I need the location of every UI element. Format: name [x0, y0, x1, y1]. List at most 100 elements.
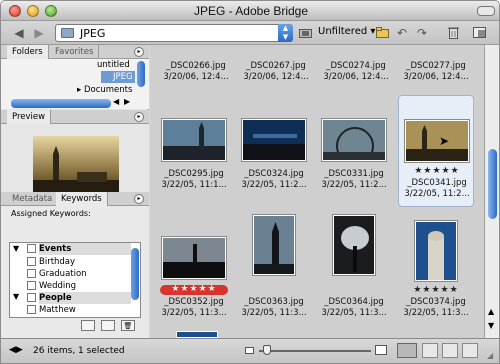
zoom-in-icon[interactable] [375, 345, 387, 355]
tab-favorites[interactable]: Favorites [50, 45, 100, 59]
tree-item-documents[interactable]: ▸ Documents [77, 85, 132, 95]
cursor-icon: ➤ [439, 134, 450, 148]
thumbnail-filename: _DSC0364.jpg [324, 297, 384, 307]
folder-path-menu[interactable]: JPEG ▲ ▼ [55, 24, 293, 42]
new-folder-icon[interactable] [375, 24, 391, 41]
trash-icon[interactable] [445, 24, 461, 41]
thumbnail-date: 3/22/05, 11:3... [321, 308, 387, 318]
thumbnail-filename: _DSC0352.jpg [164, 297, 224, 307]
thumbnail-filename: _DSC0295.jpg [164, 169, 224, 179]
scroll-up-icon[interactable]: ▲ [488, 307, 494, 316]
thumbnail-image [322, 119, 386, 161]
path-popup-arrow-icon[interactable]: ▲ ▼ [278, 24, 293, 42]
thumbnails-view-button[interactable] [397, 343, 417, 358]
versions-view-button[interactable] [462, 343, 478, 358]
disclosure-triangle-icon[interactable]: ▼ [13, 244, 19, 253]
tree-hscrollbar[interactable] [11, 99, 111, 108]
keyword-birthday[interactable]: Birthday [27, 256, 143, 268]
thumbnail-cell[interactable]: ★★★★★ _DSC0352.jpg 3/22/05, 11:3... [154, 205, 234, 329]
thumbnail-image [242, 119, 306, 161]
folder-icon [61, 28, 74, 38]
keyword-graduation[interactable]: Graduation [27, 268, 143, 280]
thumbnail-filename: _DSC0277.jpg [406, 61, 466, 71]
toolbar-toggle-button[interactable] [477, 6, 495, 16]
keyword-checkbox[interactable] [27, 281, 36, 290]
thumbnail-cell[interactable]: _DSC0363.jpg 3/22/05, 11:3... [234, 205, 314, 329]
thumbnail-cell-selected[interactable]: ➤ ★★★★★ _DSC0341.jpg 3/22/05, 11:2... [398, 95, 474, 207]
scroll-right-icon[interactable]: ▶ [124, 97, 130, 106]
compact-mode-icon[interactable] [471, 24, 487, 41]
disclosure-triangle-icon[interactable]: ▼ [13, 292, 19, 301]
thumbnail-cell[interactable]: _DSC0324.jpg 3/22/05, 11:2... [234, 97, 314, 201]
keyword-checkbox[interactable] [27, 269, 36, 278]
thumbnail-date: 3/22/05, 11:3... [161, 308, 227, 318]
thumbnail-filename: _DSC0374.jpg [406, 297, 466, 307]
keywords-tab-bar: Metadata Keywords ▸ [1, 192, 149, 206]
keyword-category-people[interactable]: People [27, 292, 131, 304]
thumbnail-date: 3/20/06, 12:4... [323, 72, 389, 82]
keyword-label: Birthday [39, 257, 76, 267]
tree-item-label: JPEG [113, 72, 133, 82]
item-count-status: 26 items, 1 selected [33, 346, 125, 356]
keyword-matthew[interactable]: Matthew [27, 304, 143, 316]
content-vertical-scrollbar[interactable]: ▲ ▼ [484, 45, 499, 338]
details-view-button[interactable] [442, 343, 458, 358]
keyword-checkbox[interactable] [27, 257, 36, 266]
minimize-window-button[interactable] [27, 5, 39, 17]
thumbnail-cell[interactable]: ★★★★★ _DSC0374.jpg 3/22/05, 11:3... [396, 205, 476, 329]
keyword-wedding[interactable]: Wedding [27, 280, 143, 292]
tree-scroll-thumb[interactable] [137, 61, 145, 87]
new-keyword-set-icon[interactable] [81, 320, 95, 331]
thumbnail-size-slider[interactable] [259, 350, 371, 352]
keyword-category-events[interactable]: Events [27, 243, 131, 255]
tab-metadata[interactable]: Metadata [7, 192, 59, 206]
filter-menu[interactable]: Unfiltered ▾ [318, 25, 375, 39]
folders-panel-menu-icon[interactable]: ▸ [134, 47, 144, 57]
preview-panel-menu-icon[interactable]: ▸ [134, 112, 144, 122]
thumbnail-partial[interactable] [176, 331, 218, 338]
keywords-panel-menu-icon[interactable]: ▸ [134, 194, 144, 204]
filmstrip-view-button[interactable] [422, 343, 438, 358]
rotate-right-icon[interactable]: ↷ [414, 24, 430, 41]
thumbnail-image [162, 119, 226, 161]
keyword-label: Graduation [39, 269, 87, 279]
keyword-label: Events [39, 244, 72, 254]
thumbnail-date: 3/20/06, 12:4... [163, 72, 229, 82]
scroll-left-icon[interactable]: ◀ [113, 97, 119, 106]
keyword-label: People [39, 293, 72, 303]
tree-item-untitled[interactable]: untitled [97, 60, 130, 70]
toggle-panels-icon[interactable]: ◀▶ [9, 345, 23, 355]
new-keyword-icon[interactable] [101, 320, 115, 331]
tab-keywords[interactable]: Keywords [56, 192, 108, 206]
thumbnail-filename: _DSC0274.jpg [326, 61, 386, 71]
tree-item-label: Documents [83, 85, 133, 95]
thumbnail-date: 3/22/05, 11:3... [241, 308, 307, 318]
thumbnail-cell[interactable]: _DSC0295.jpg 3/22/05, 11:1... [154, 97, 234, 201]
keyword-checkbox[interactable] [27, 305, 36, 314]
view-folder-icon[interactable] [298, 24, 312, 41]
rating-stars[interactable]: ★★★★★ [154, 284, 234, 294]
tab-folders[interactable]: Folders [7, 45, 49, 59]
close-window-button[interactable] [9, 5, 21, 17]
rating-stars[interactable]: ★★★★★ [396, 285, 476, 295]
rotate-left-icon[interactable]: ↶ [394, 24, 410, 41]
rating-stars[interactable]: ★★★★★ [397, 166, 477, 176]
zoom-out-icon[interactable] [245, 347, 254, 354]
thumbnail-filename: _DSC0266.jpg [166, 61, 226, 71]
folder-path-label: JPEG [80, 27, 106, 40]
thumbnail-cell[interactable]: _DSC0364.jpg 3/22/05, 11:3... [314, 205, 394, 329]
delete-keyword-icon[interactable]: 🗑 [121, 320, 135, 331]
keyword-checkbox[interactable] [27, 244, 36, 253]
scroll-down-icon[interactable]: ▼ [488, 321, 494, 330]
back-arrow-icon[interactable]: ◀ [11, 24, 27, 41]
scroll-thumb[interactable] [488, 149, 497, 219]
bridge-window: JPEG - Adobe Bridge ◀ ▶ JPEG ▲ ▼ Unfilter… [0, 0, 500, 364]
thumbnail-cell[interactable]: _DSC0331.jpg 3/22/05, 11:2... [314, 97, 394, 201]
slider-handle[interactable] [263, 345, 271, 355]
resize-grip-icon[interactable]: ◢ [487, 351, 493, 360]
tree-item-jpeg[interactable]: JPEG [101, 71, 135, 83]
zoom-window-button[interactable] [45, 5, 57, 17]
tab-preview[interactable]: Preview [7, 110, 52, 124]
forward-arrow-icon[interactable]: ▶ [31, 24, 47, 41]
keyword-checkbox[interactable] [27, 293, 36, 302]
